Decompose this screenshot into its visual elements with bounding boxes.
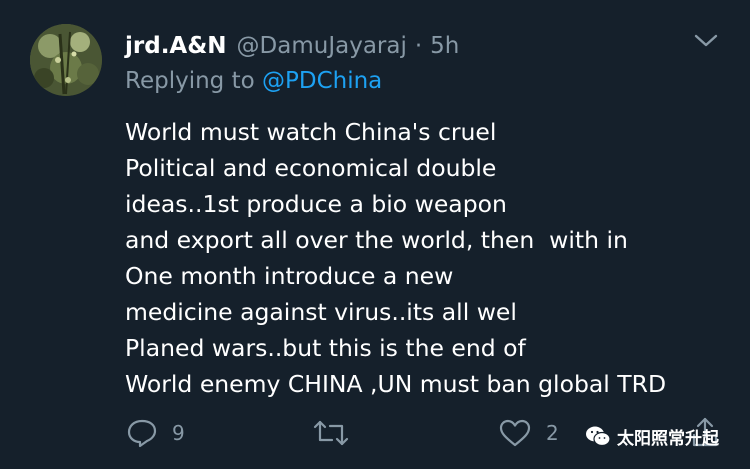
retweet-button[interactable] <box>312 418 350 448</box>
avatar[interactable] <box>30 24 102 96</box>
tweet-text-line: medicine against virus..its all wel <box>125 298 517 326</box>
wechat-logo <box>586 426 611 447</box>
chevron-down-icon <box>694 34 718 47</box>
replying-to-label: Replying to <box>125 68 255 94</box>
reply-mention-link[interactable]: @PDChina <box>262 68 382 94</box>
tweet-text-line: One month introduce a new <box>125 262 454 290</box>
tweet-text-line: World enemy CHINA ,UN must ban global TR… <box>125 370 667 398</box>
like-button[interactable]: 2 <box>498 418 559 448</box>
avatar-image <box>30 24 102 96</box>
tweet-text: World must watch China's cruel Political… <box>125 114 666 402</box>
tweet-text-line: and export all over the world, then with… <box>125 226 628 254</box>
watermark: 太阳照常升起 <box>585 420 719 452</box>
tweet-text-line: World must watch China's cruel <box>125 118 497 146</box>
tweet-text-line: Political and economical double <box>125 154 497 182</box>
retweet-icon <box>313 420 349 446</box>
tweet-header: jrd.A&N @DamuJayaraj · 5h <box>125 31 459 61</box>
heart-icon <box>499 419 531 447</box>
comment-icon <box>127 419 157 448</box>
more-options-button[interactable] <box>692 30 720 52</box>
like-count: 2 <box>546 421 559 445</box>
tweet-text-line: Planed wars..but this is the end of <box>125 334 526 362</box>
user-handle[interactable]: @DamuJayaraj <box>237 33 407 59</box>
reply-count: 9 <box>172 421 185 445</box>
separator-dot: · <box>414 33 423 59</box>
tweet[interactable]: jrd.A&N @DamuJayaraj · 5h Replying to @P… <box>0 0 750 469</box>
watermark-text: 太阳照常升起 <box>617 428 719 449</box>
tweet-text-line: ideas..1st produce a bio weapon <box>125 190 507 218</box>
display-name[interactable]: jrd.A&N <box>125 33 227 59</box>
reply-button[interactable]: 9 <box>126 418 185 448</box>
replying-to: Replying to @PDChina <box>125 68 382 94</box>
timestamp[interactable]: 5h <box>430 33 459 59</box>
